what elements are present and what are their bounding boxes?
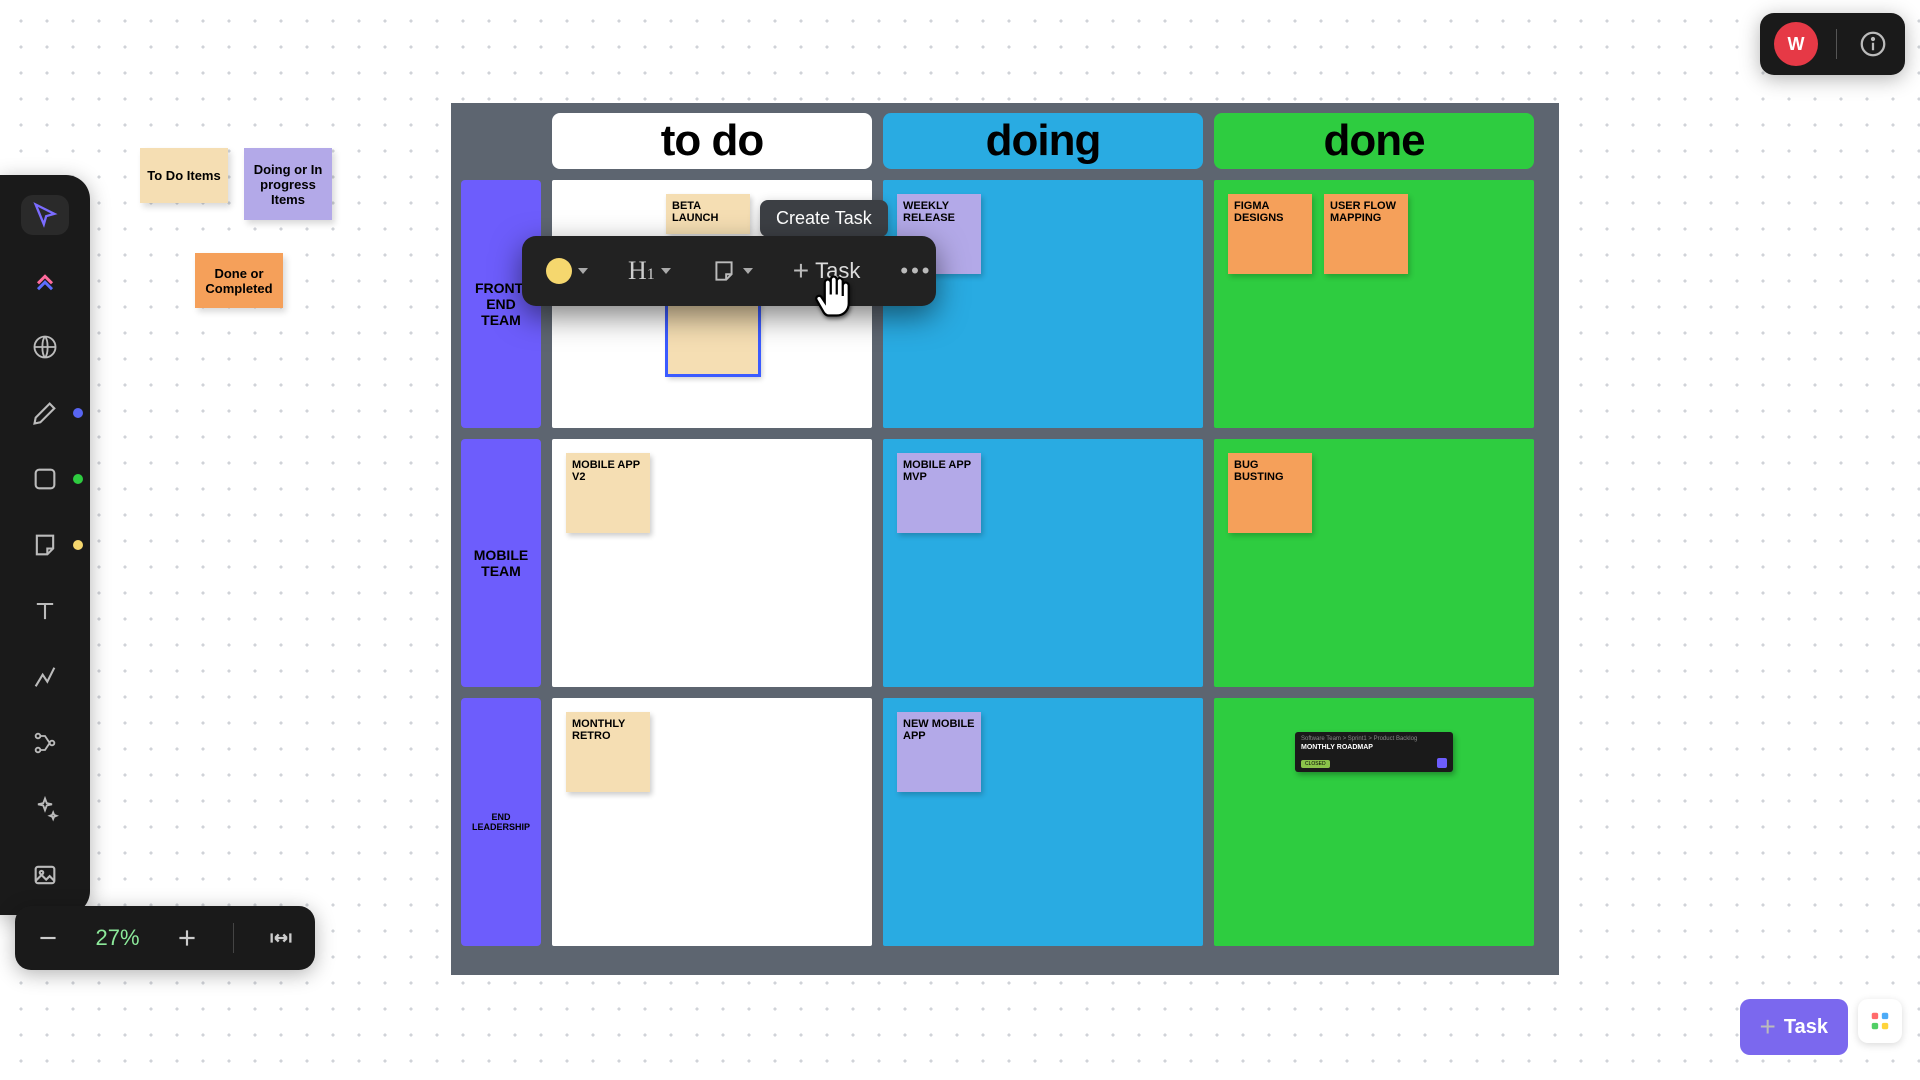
cursor-hand-icon xyxy=(812,272,860,320)
board-corner xyxy=(461,113,541,169)
plus-icon: + xyxy=(1760,1011,1776,1043)
task-card-title: MONTHLY ROADMAP xyxy=(1301,744,1447,751)
sticky-note[interactable]: BETA LAUNCH xyxy=(666,194,750,234)
more-icon: ••• xyxy=(900,258,932,284)
legend-card[interactable]: To Do Items xyxy=(140,148,228,203)
text-tool[interactable] xyxy=(21,591,69,631)
task-button-label: Task xyxy=(1784,1016,1828,1039)
chevron-down-icon xyxy=(578,268,588,274)
task-card[interactable]: Software Team > Sprint1 > Product Backlo… xyxy=(1295,732,1453,772)
connector-tool[interactable] xyxy=(21,657,69,697)
info-button[interactable] xyxy=(1855,26,1891,62)
cell-r0-doing[interactable]: WEEKLY RELEASE xyxy=(883,180,1203,428)
kanban-board[interactable]: to do doing done FRONT-END TEAM BETA LAU… xyxy=(451,103,1559,975)
task-card-status: CLOSED xyxy=(1301,760,1330,768)
column-header-todo: to do xyxy=(552,113,872,169)
legend-card[interactable]: Done or Completed xyxy=(195,253,283,308)
zoom-level: 27% xyxy=(95,925,139,951)
chevron-down-icon xyxy=(743,268,753,274)
zoom-controls: 27% xyxy=(15,906,315,970)
ctx-color-button[interactable] xyxy=(536,250,598,292)
sticky-note[interactable]: MOBILE APP MVP xyxy=(897,453,981,533)
column-header-doing: doing xyxy=(883,113,1203,169)
user-initial: W xyxy=(1788,34,1805,55)
web-tool[interactable] xyxy=(21,327,69,367)
context-toolbar: H1 + Task ••• xyxy=(522,236,936,306)
pointer-tool[interactable] xyxy=(21,195,69,235)
image-tool[interactable] xyxy=(21,855,69,895)
zoom-fit-button[interactable] xyxy=(261,918,301,958)
left-toolbar xyxy=(0,175,90,915)
clickup-tool[interactable] xyxy=(21,261,69,301)
legend-card[interactable]: Doing or In progress Items xyxy=(244,148,332,220)
sticky-note[interactable]: NEW MOBILE APP xyxy=(897,712,981,792)
sticky-note[interactable]: FIGMA DESIGNS xyxy=(1228,194,1312,274)
ctx-note-button[interactable] xyxy=(701,250,763,292)
ai-tool[interactable] xyxy=(21,789,69,829)
color-swatch-icon xyxy=(546,258,572,284)
apps-button[interactable] xyxy=(1858,999,1902,1043)
pen-tool[interactable] xyxy=(21,393,69,433)
cell-r1-done[interactable]: BUG BUSTING xyxy=(1214,439,1534,687)
shape-tool[interactable] xyxy=(21,459,69,499)
chevron-down-icon xyxy=(661,268,671,274)
top-right-controls: W xyxy=(1760,13,1905,75)
bottom-right-controls: + Task xyxy=(1740,999,1902,1055)
column-header-done: done xyxy=(1214,113,1534,169)
cell-r0-done[interactable]: FIGMA DESIGNSUSER FLOW MAPPING xyxy=(1214,180,1534,428)
task-card-badge xyxy=(1437,758,1447,768)
ctx-heading-button[interactable]: H1 xyxy=(618,248,681,294)
ctx-more-button[interactable]: ••• xyxy=(890,250,942,292)
create-task-tooltip: Create Task xyxy=(760,200,888,237)
create-task-button[interactable]: + Task xyxy=(1740,999,1848,1055)
cell-r2-doing[interactable]: NEW MOBILE APP xyxy=(883,698,1203,946)
cell-r2-done[interactable]: Software Team > Sprint1 > Product Backlo… xyxy=(1214,698,1534,946)
row-label-2: END LEADERSHIP xyxy=(461,698,541,946)
plus-icon: + xyxy=(793,255,809,287)
sticky-tool[interactable] xyxy=(21,525,69,565)
cell-r2-todo[interactable]: MONTHLY RETRO xyxy=(552,698,872,946)
sticky-note[interactable]: MONTHLY RETRO xyxy=(566,712,650,792)
cell-r1-todo[interactable]: MOBILE APP V2 xyxy=(552,439,872,687)
diagram-tool[interactable] xyxy=(21,723,69,763)
user-avatar[interactable]: W xyxy=(1774,22,1818,66)
sticky-note[interactable]: BUG BUSTING xyxy=(1228,453,1312,533)
row-label-1: MOBILE TEAM xyxy=(461,439,541,687)
zoom-in-button[interactable] xyxy=(167,918,207,958)
sticky-note[interactable]: MOBILE APP V2 xyxy=(566,453,650,533)
sticky-note[interactable]: USER FLOW MAPPING xyxy=(1324,194,1408,274)
cell-r1-doing[interactable]: MOBILE APP MVP xyxy=(883,439,1203,687)
zoom-out-button[interactable] xyxy=(28,918,68,958)
task-card-crumbs: Software Team > Sprint1 > Product Backlo… xyxy=(1301,736,1447,742)
